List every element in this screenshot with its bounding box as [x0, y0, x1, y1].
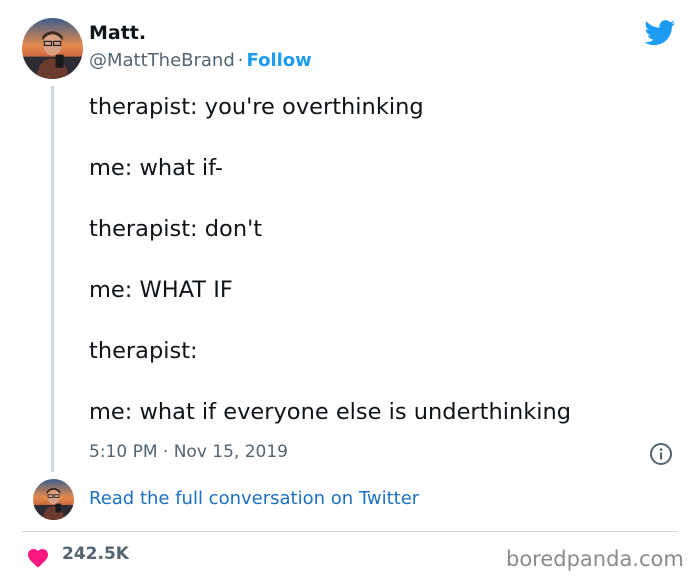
follow-button[interactable]: Follow: [247, 50, 312, 71]
tweet-line: therapist:: [89, 338, 198, 364]
read-conversation-link[interactable]: Read the full conversation on Twitter: [89, 488, 419, 509]
author-handle-row: @MattTheBrand · Follow: [89, 50, 312, 71]
author-display-name[interactable]: Matt.: [89, 22, 146, 44]
author-avatar[interactable]: [22, 18, 83, 79]
separator-dot: ·: [237, 50, 244, 71]
like-count[interactable]: 242.5K: [62, 544, 129, 564]
author-handle[interactable]: @MattTheBrand: [89, 50, 235, 71]
watermark: boredpanda.com: [506, 547, 684, 571]
info-icon[interactable]: [649, 442, 673, 466]
thread-line: [51, 86, 54, 472]
reply-avatar[interactable]: [33, 479, 74, 520]
tweet-card: Matt. @MattTheBrand · Follow therapist: yo…: [0, 0, 700, 583]
tweet-line: me: WHAT IF: [89, 277, 233, 303]
tweet-line: me: what if everyone else is underthinki…: [89, 399, 572, 425]
heart-icon[interactable]: [26, 546, 50, 568]
divider: [22, 531, 678, 532]
twitter-bird-icon[interactable]: [644, 20, 676, 46]
tweet-line: me: what if-: [89, 155, 223, 181]
tweet-line: therapist: you're overthinking: [89, 94, 424, 120]
tweet-text: therapist: you're overthinking me: what …: [89, 92, 679, 458]
tweet-timestamp[interactable]: 5:10 PM · Nov 15, 2019: [89, 442, 288, 462]
tweet-line: therapist: don't: [89, 216, 263, 242]
